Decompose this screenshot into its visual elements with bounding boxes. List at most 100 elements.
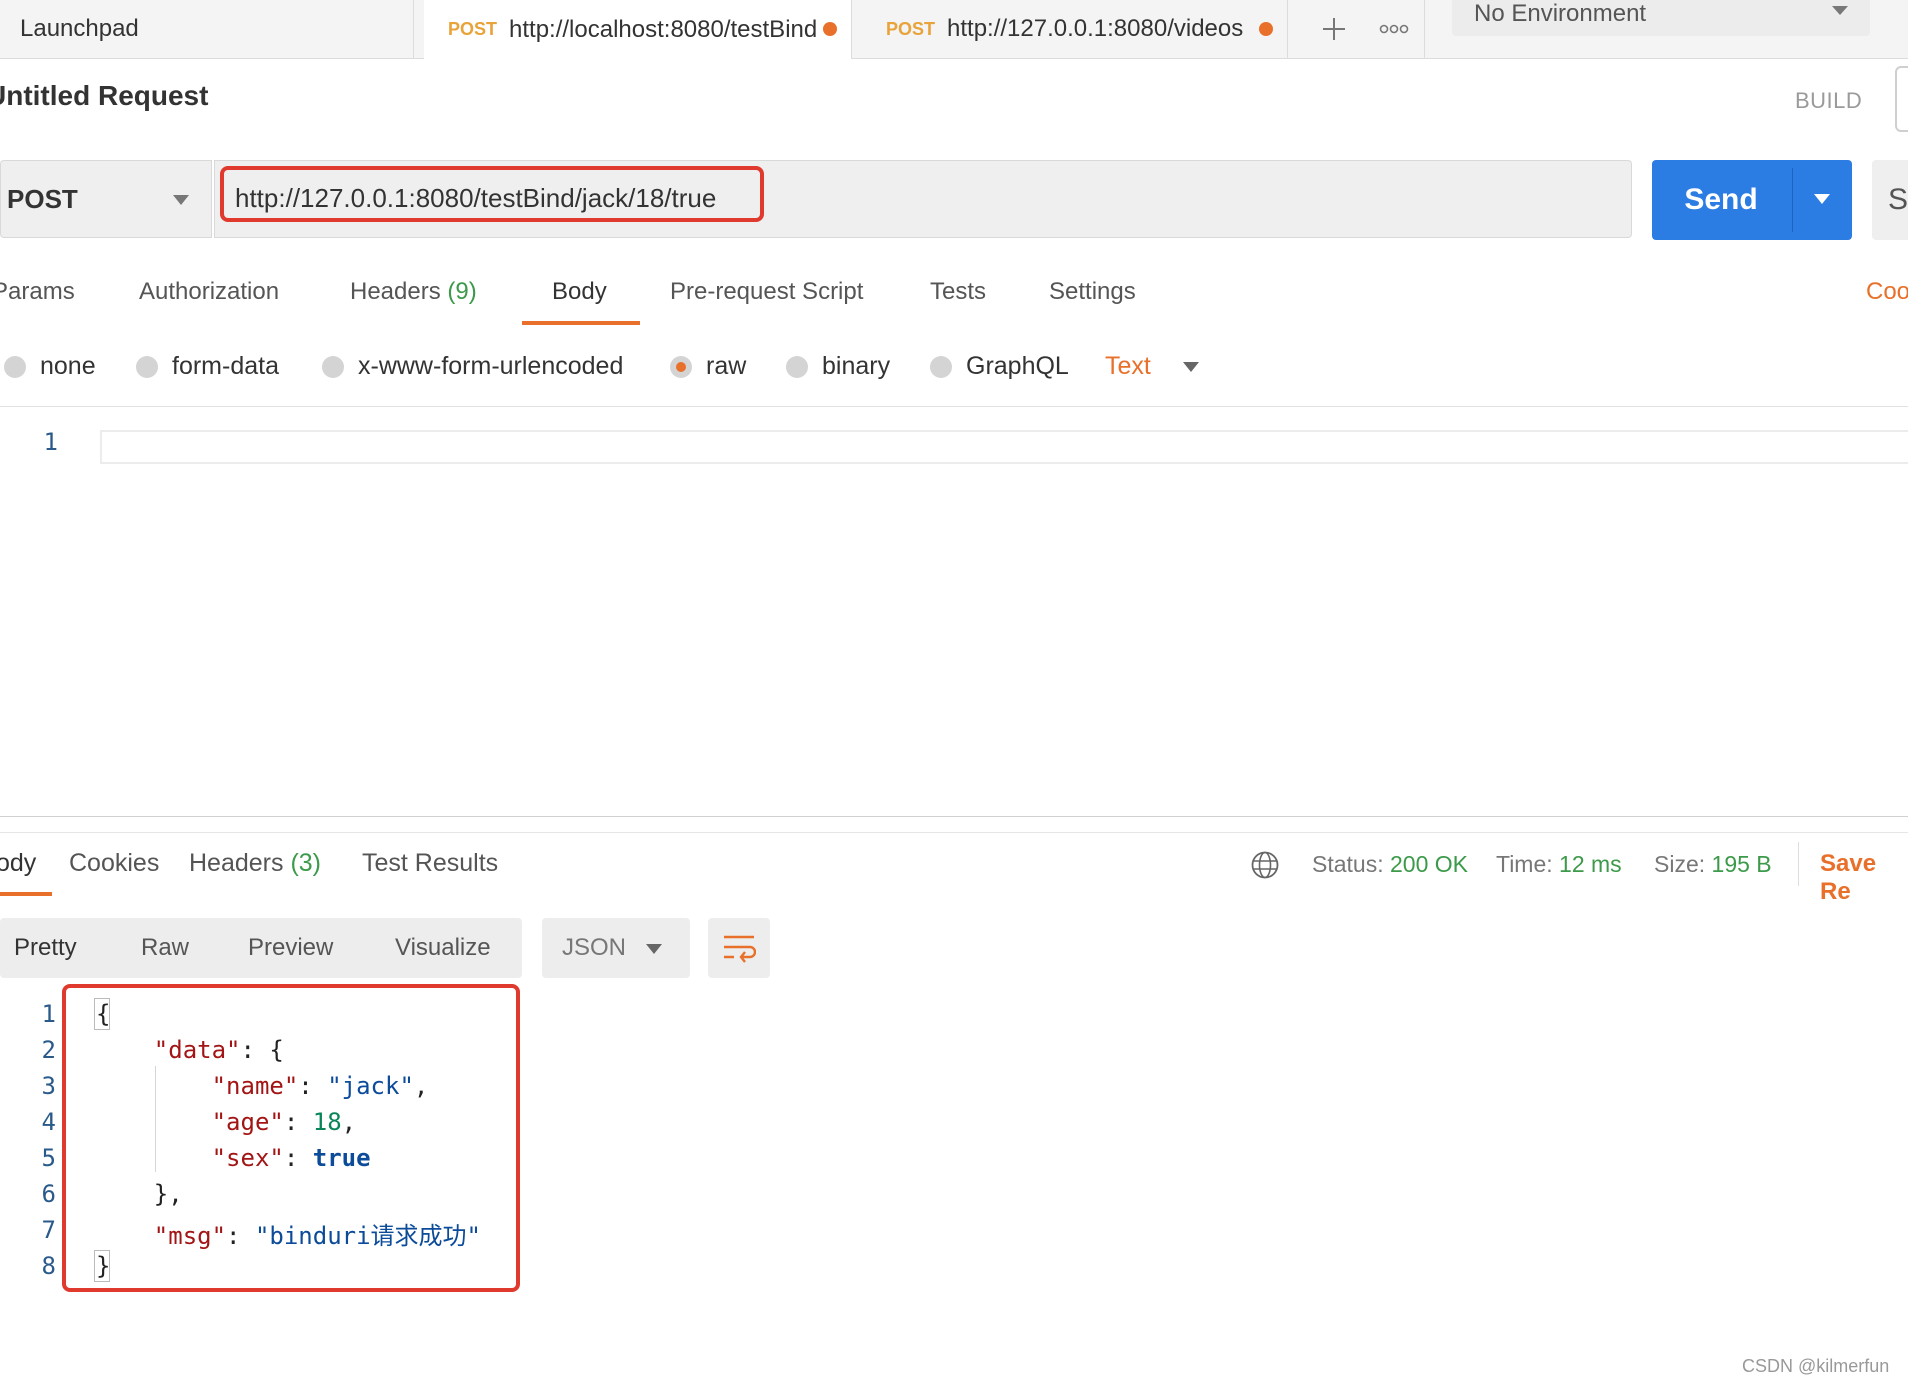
- unsaved-dot-icon: [823, 22, 837, 36]
- tab-authorization[interactable]: Authorization: [139, 278, 279, 306]
- raw-format-select[interactable]: Text: [1105, 352, 1151, 381]
- response-format-select[interactable]: JSON: [542, 918, 690, 978]
- save-button[interactable]: Sa: [1872, 160, 1908, 240]
- view-visualize-button[interactable]: Visualize: [395, 934, 491, 962]
- method-select[interactable]: POST: [0, 160, 212, 238]
- line-number: 7: [41, 1216, 56, 1244]
- tab-label: Pre-request Script: [670, 278, 864, 305]
- wrap-lines-button[interactable]: [708, 918, 770, 978]
- tab-url: http://localhost:8080/testBind: [509, 15, 818, 43]
- environment-select[interactable]: No Environment: [1452, 0, 1870, 36]
- request-body-editor[interactable]: [100, 430, 1908, 464]
- tab-request-videos[interactable]: POST http://127.0.0.1:8080/videos: [862, 0, 1288, 58]
- tab-body[interactable]: Body: [552, 278, 607, 306]
- tab-method: POST: [886, 18, 936, 39]
- response-size: Size: 195 B: [1654, 851, 1772, 878]
- chevron-down-icon: [173, 195, 189, 205]
- format-label: JSON: [562, 934, 627, 961]
- view-raw-button[interactable]: Raw: [141, 934, 189, 962]
- tab-label: Headers: [189, 849, 284, 877]
- response-tab-cookies[interactable]: Cookies: [69, 849, 159, 878]
- pane-divider[interactable]: [0, 816, 1908, 817]
- url-field[interactable]: [214, 160, 1632, 238]
- tab-label: Tests: [930, 278, 987, 305]
- chevron-down-icon[interactable]: [1183, 362, 1199, 372]
- body-type-form-data-radio[interactable]: form-data: [136, 352, 279, 381]
- tab-method: POST: [448, 19, 498, 39]
- divider: [0, 406, 1908, 407]
- tab-launchpad[interactable]: Launchpad: [0, 0, 414, 58]
- tab-tests[interactable]: Tests: [930, 278, 986, 306]
- environment-label: No Environment: [1474, 0, 1647, 27]
- body-type-graphql-radio[interactable]: GraphQL: [930, 352, 1069, 381]
- globe-icon[interactable]: [1250, 850, 1280, 880]
- url-input[interactable]: [235, 183, 935, 214]
- line-number: 3: [41, 1072, 56, 1100]
- status-label: Status:: [1312, 851, 1384, 877]
- size-label: Size:: [1654, 851, 1706, 877]
- response-tab-headers[interactable]: Headers (3): [189, 849, 321, 878]
- body-type-binary-radio[interactable]: binary: [786, 352, 890, 381]
- radio-circle-icon: [322, 355, 344, 378]
- radio-circle-icon: [136, 355, 158, 378]
- tab-settings[interactable]: Settings: [1049, 278, 1136, 306]
- active-tab-indicator: [0, 892, 52, 896]
- line-number: 2: [41, 1036, 56, 1064]
- tab-params[interactable]: Params: [0, 278, 75, 306]
- send-button[interactable]: Send: [1652, 160, 1852, 240]
- divider: [0, 832, 1908, 833]
- save-response-button[interactable]: Save Re: [1820, 850, 1908, 906]
- tab-count: (3): [290, 849, 322, 877]
- line-number: 4: [41, 1108, 56, 1136]
- tab-label: Test Results: [362, 849, 499, 877]
- response-tab-test-results[interactable]: Test Results: [362, 849, 498, 878]
- mode-toggle[interactable]: [1895, 66, 1908, 132]
- tab-label: Launchpad: [20, 15, 139, 42]
- tab-label: Authorization: [139, 278, 280, 305]
- request-title[interactable]: Untitled Request: [0, 80, 208, 112]
- line-number: 5: [41, 1144, 56, 1172]
- view-pretty-button[interactable]: Pretty: [14, 934, 77, 962]
- new-tab-button[interactable]: [1304, 0, 1365, 58]
- plus-icon: [1323, 18, 1345, 40]
- more-icon: [1379, 24, 1409, 34]
- radio-selected-icon: [670, 355, 692, 378]
- size-value: 195 B: [1711, 851, 1772, 877]
- send-options-chevron-icon[interactable]: [1814, 194, 1830, 204]
- body-type-none-radio[interactable]: none: [4, 352, 96, 381]
- tab-label: Headers: [350, 278, 441, 305]
- view-preview-button[interactable]: Preview: [248, 934, 333, 962]
- build-mode-label[interactable]: BUILD: [1795, 88, 1862, 114]
- active-tab-indicator: [522, 321, 640, 325]
- time-label: Time:: [1496, 851, 1553, 877]
- watermark: CSDN @kilmerfun: [1742, 1356, 1890, 1376]
- radio-circle-icon: [4, 355, 26, 378]
- tab-bar: Launchpad POST http://localhost:8080/tes…: [0, 0, 1908, 59]
- radio-label: raw: [706, 352, 747, 380]
- response-highlight-annotation: [62, 984, 520, 1292]
- tab-request-testbind[interactable]: POST http://localhost:8080/testBind: [424, 0, 852, 59]
- send-divider: [1792, 168, 1793, 232]
- tab-label: Body: [552, 278, 607, 305]
- radio-circle-icon: [786, 355, 808, 378]
- radio-label: x-www-form-urlencoded: [358, 352, 624, 380]
- response-status: Status: 200 OK: [1312, 851, 1468, 878]
- tab-label: Cookies: [69, 849, 160, 877]
- editor-line-number: 1: [43, 428, 58, 456]
- response-tab-body[interactable]: ody: [0, 849, 36, 878]
- radio-label: none: [40, 352, 96, 380]
- send-label: Send: [1684, 183, 1758, 216]
- time-value: 12 ms: [1559, 851, 1622, 877]
- body-type-raw-radio[interactable]: raw: [670, 352, 746, 381]
- more-tabs-button[interactable]: [1364, 0, 1425, 58]
- unsaved-dot-icon: [1259, 22, 1273, 36]
- chevron-down-icon: [1832, 6, 1848, 15]
- wrap-lines-icon: [724, 935, 756, 963]
- tab-label: Params: [0, 278, 75, 305]
- tab-pre-request-script[interactable]: Pre-request Script: [670, 278, 863, 306]
- body-type-urlencoded-radio[interactable]: x-www-form-urlencoded: [322, 352, 623, 381]
- status-value: 200 OK: [1390, 851, 1468, 877]
- method-label: POST: [7, 183, 78, 214]
- cookies-link[interactable]: Coo: [1866, 278, 1908, 306]
- tab-headers[interactable]: Headers (9): [350, 278, 477, 306]
